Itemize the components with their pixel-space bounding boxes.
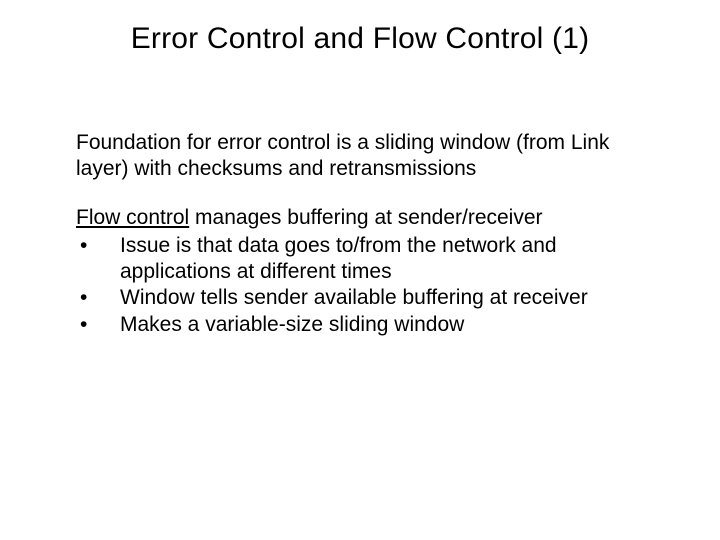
flow-control-term: Flow control (76, 206, 189, 229)
bullet-icon: • (76, 285, 120, 311)
bullet-list: • Issue is that data goes to/from the ne… (76, 233, 646, 338)
intro-paragraph: Foundation for error control is a slidin… (76, 130, 646, 183)
bullet-text: Makes a variable-size sliding window (120, 312, 646, 338)
flow-control-rest: manages buffering at sender/receiver (189, 206, 542, 229)
flow-control-line: Flow control manages buffering at sender… (76, 205, 646, 231)
list-item: • Makes a variable-size sliding window (76, 312, 646, 338)
bullet-icon: • (76, 312, 120, 338)
slide-title: Error Control and Flow Control (1) (0, 0, 720, 56)
list-item: • Window tells sender available bufferin… (76, 285, 646, 311)
list-item: • Issue is that data goes to/from the ne… (76, 233, 646, 286)
slide-body: Foundation for error control is a slidin… (76, 130, 646, 338)
slide: Error Control and Flow Control (1) Found… (0, 0, 720, 540)
bullet-icon: • (76, 233, 120, 259)
bullet-text: Issue is that data goes to/from the netw… (120, 233, 646, 286)
bullet-text: Window tells sender available buffering … (120, 285, 646, 311)
